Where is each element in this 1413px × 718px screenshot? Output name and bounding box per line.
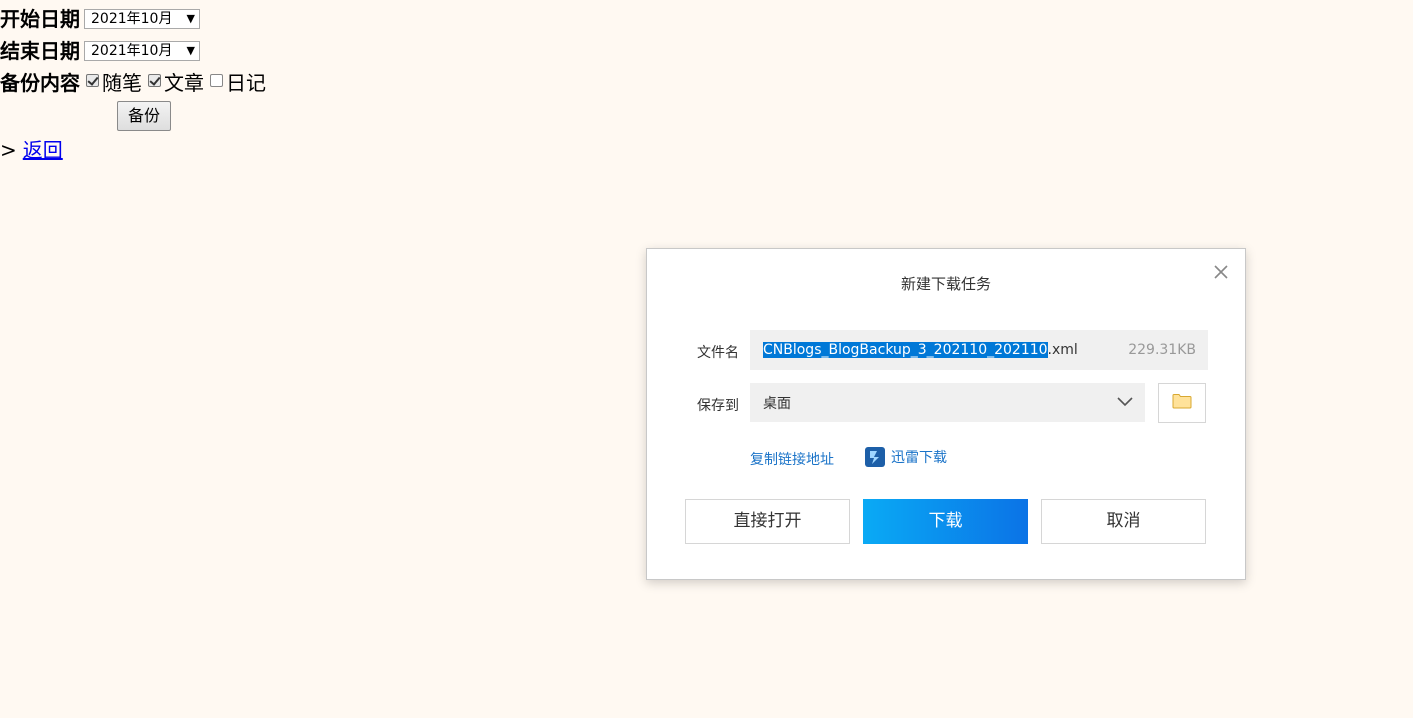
save-to-label: 保存到 [697, 398, 739, 414]
end-date-value: 2021年10月 [91, 43, 173, 59]
file-size: 229.31KB [1128, 342, 1196, 358]
close-icon[interactable] [1212, 263, 1230, 281]
thunder-icon [865, 447, 885, 467]
start-date-label: 开始日期 [0, 7, 80, 31]
save-location-select[interactable]: 桌面 [750, 383, 1145, 422]
checkbox-diary-label: 日记 [226, 71, 266, 95]
thunder-download-label: 迅雷下载 [891, 450, 947, 466]
end-date-label: 结束日期 [0, 39, 80, 63]
end-date-select[interactable]: 2021年10月 ▼ [84, 41, 200, 61]
backup-content-row: 备份内容 随笔 文章 日记 [0, 68, 266, 98]
filename-input[interactable]: CNBlogs_BlogBackup_3_202110_202110 .xml … [750, 330, 1208, 370]
dropdown-arrow-icon: ▼ [186, 44, 195, 57]
checkbox-diary[interactable] [210, 73, 223, 87]
dropdown-arrow-icon: ▼ [186, 12, 195, 25]
copy-link-address[interactable]: 复制链接地址 [750, 449, 834, 469]
start-date-row: 开始日期 2021年10月 ▼ [0, 4, 200, 34]
start-date-select[interactable]: 2021年10月 ▼ [84, 9, 200, 29]
folder-icon [1172, 393, 1192, 413]
back-row: > 返回 [0, 136, 63, 164]
filename-label: 文件名 [697, 345, 739, 361]
download-button[interactable]: 下载 [863, 499, 1028, 544]
open-directly-button[interactable]: 直接打开 [685, 499, 850, 544]
end-date-row: 结束日期 2021年10月 ▼ [0, 36, 200, 66]
start-date-value: 2021年10月 [91, 11, 173, 27]
back-prefix: > [0, 138, 17, 162]
backup-button[interactable]: 备份 [117, 101, 171, 131]
checkbox-posts[interactable] [86, 73, 99, 87]
back-link[interactable]: 返回 [23, 138, 63, 162]
filename-selected-text: CNBlogs_BlogBackup_3_202110_202110 [763, 342, 1048, 358]
chevron-down-icon [1117, 393, 1133, 409]
dialog-title: 新建下载任务 [900, 275, 991, 293]
browse-folder-button[interactable] [1158, 383, 1206, 423]
backup-page: 开始日期 2021年10月 ▼ 结束日期 2021年10月 ▼ 备份内容 随笔 … [0, 0, 1413, 718]
backup-content-label: 备份内容 [0, 71, 80, 95]
checkbox-posts-label: 随笔 [102, 71, 142, 95]
filename-extension: .xml [1047, 342, 1078, 358]
thunder-download-link[interactable]: 迅雷下载 [865, 447, 947, 467]
cancel-button[interactable]: 取消 [1041, 499, 1206, 544]
download-dialog: 新建下载任务 文件名 CNBlogs_BlogBackup_3_202110_2… [646, 248, 1246, 580]
save-location-value: 桌面 [763, 395, 791, 412]
checkbox-articles-label: 文章 [164, 71, 204, 95]
checkbox-articles[interactable] [148, 73, 161, 87]
